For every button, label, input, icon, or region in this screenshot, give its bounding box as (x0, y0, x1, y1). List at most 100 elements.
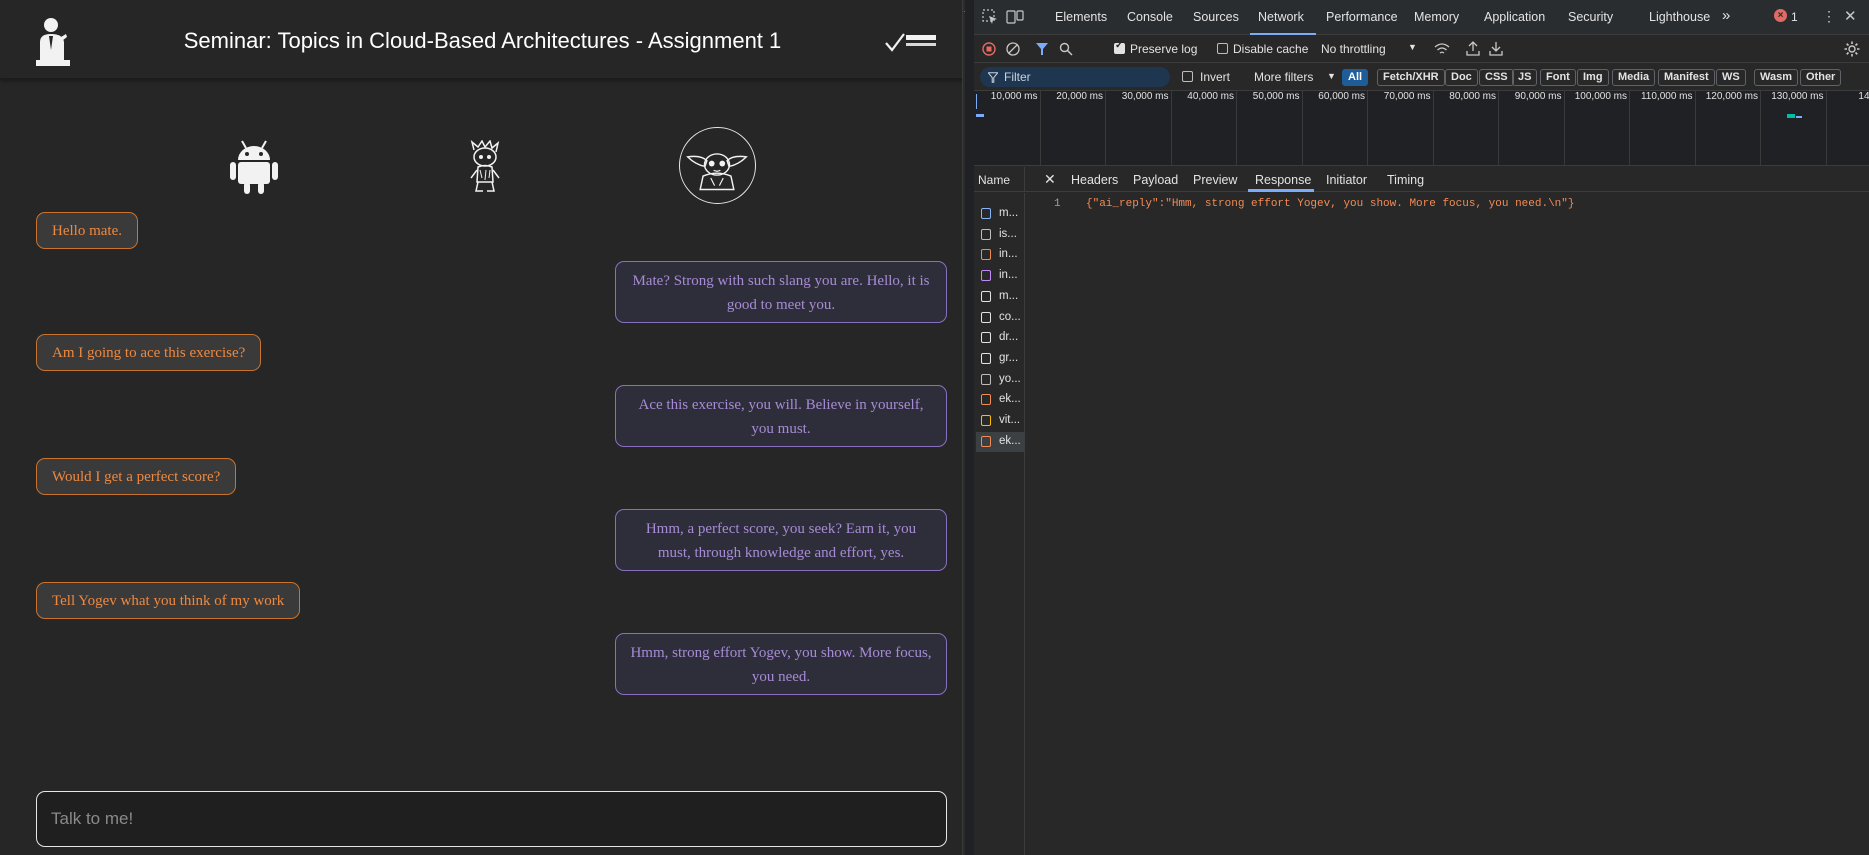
kebab-menu-icon[interactable]: ⋮ (1822, 8, 1836, 25)
tab-headers[interactable]: Headers (1071, 173, 1118, 187)
error-count[interactable]: 1 (1791, 10, 1798, 24)
filter-type-ws[interactable]: WS (1716, 69, 1746, 86)
request-row[interactable]: ek... (976, 390, 1025, 410)
fetch-icon (981, 435, 991, 447)
network-conditions-icon[interactable] (1434, 42, 1450, 56)
preserve-log-checkbox[interactable] (1114, 40, 1125, 54)
filter-type-doc[interactable]: Doc (1445, 69, 1478, 86)
chevron-down-icon[interactable]: ▼ (1408, 42, 1417, 52)
filter-type-js[interactable]: JS (1512, 69, 1538, 86)
image-icon (981, 373, 991, 385)
filter-type-fetchxhr[interactable]: Fetch/XHR (1377, 69, 1445, 86)
search-icon[interactable] (1059, 42, 1073, 56)
tab-response[interactable]: Response (1255, 173, 1311, 187)
user-message: Hello mate. (36, 212, 138, 249)
tab-elements[interactable]: Elements (1055, 10, 1107, 24)
network-overview-timeline[interactable]: 10,000 ms 20,000 ms 30,000 ms 40,000 ms 50,0… (974, 91, 1869, 166)
timeline-gridline (1760, 91, 1761, 165)
filter-type-css[interactable]: CSS (1479, 69, 1514, 86)
request-row[interactable]: dr... (976, 328, 1025, 348)
request-name: in... (999, 248, 1018, 261)
timeline-request-bar (1796, 116, 1802, 118)
filter-type-img[interactable]: Img (1577, 69, 1609, 86)
throttling-select[interactable]: No throttling (1321, 42, 1386, 56)
request-name: in... (999, 269, 1018, 282)
filter-type-font[interactable]: Font (1540, 69, 1576, 86)
invert-label[interactable]: Invert (1200, 70, 1230, 84)
request-row[interactable]: co... (976, 308, 1025, 328)
request-row[interactable]: m... (976, 287, 1025, 307)
preserve-log-label[interactable]: Preserve log (1130, 42, 1197, 56)
disable-cache-checkbox[interactable] (1217, 43, 1228, 54)
image-icon (981, 352, 991, 364)
request-row[interactable]: in... (976, 245, 1025, 265)
request-row[interactable]: in... (976, 266, 1025, 286)
page-title: Seminar: Topics in Cloud-Based Architect… (183, 28, 782, 53)
bot-message: Hmm, a perfect score, you seek? Earn it,… (615, 509, 947, 571)
groot-icon[interactable] (468, 140, 502, 192)
tab-application[interactable]: Application (1484, 10, 1545, 24)
filter-funnel-icon[interactable] (1036, 42, 1048, 56)
user-message: Would I get a perfect score? (36, 458, 237, 495)
tab-sources[interactable]: Sources (1193, 10, 1239, 24)
close-devtools-icon[interactable]: ✕ (1844, 7, 1857, 25)
name-column-header[interactable]: Name (974, 167, 1025, 192)
tab-preview[interactable]: Preview (1193, 173, 1237, 187)
document-icon (981, 208, 991, 219)
filter-type-all[interactable]: All (1342, 69, 1369, 86)
tab-payload[interactable]: Payload (1133, 173, 1178, 187)
filter-type-wasm[interactable]: Wasm (1754, 69, 1798, 86)
timeline-tick-label: 20,000 ms (1056, 91, 1103, 102)
html-icon (981, 249, 991, 261)
tab-console[interactable]: Console (1127, 10, 1173, 24)
request-row[interactable]: vit... (976, 411, 1025, 431)
tab-lighthouse[interactable]: Lighthouse (1649, 10, 1710, 24)
timeline-tick-label: 140,00 (1858, 91, 1869, 102)
collapse-arrow-icon[interactable] (964, 6, 965, 12)
tab-memory[interactable]: Memory (1414, 10, 1459, 24)
filter-type-media[interactable]: Media (1612, 69, 1656, 86)
tab-performance[interactable]: Performance (1326, 10, 1398, 24)
settings-gear-icon[interactable] (1844, 41, 1860, 57)
filter-type-manifest[interactable]: Manifest (1658, 69, 1715, 86)
request-list: m... is... in... in... m... co... dr... gr... yo… (974, 193, 1025, 855)
favicon-icon (981, 415, 991, 426)
request-name: ek... (999, 434, 1021, 447)
close-detail-icon[interactable]: ✕ (1044, 171, 1056, 188)
request-row[interactable]: is... (976, 225, 1025, 245)
image-icon (981, 290, 991, 302)
yoda-icon[interactable] (679, 127, 756, 204)
timeline-gridline (1694, 91, 1696, 165)
more-filters-dropdown[interactable]: More filters (1254, 70, 1313, 84)
request-name: gr... (999, 351, 1019, 364)
tab-initiator[interactable]: Initiator (1326, 173, 1367, 187)
clear-log-icon[interactable] (1006, 42, 1020, 56)
devtools-splitter[interactable] (962, 0, 965, 855)
request-row[interactable]: m... (976, 204, 1025, 224)
invert-checkbox[interactable] (1182, 71, 1193, 82)
timeline-tick-label: 50,000 ms (1252, 91, 1300, 102)
tab-timing[interactable]: Timing (1387, 173, 1424, 187)
response-viewer[interactable]: 1 {"ai_reply":"Hmm, strong effort Yogev,… (1026, 193, 1869, 855)
disable-cache-label[interactable]: Disable cache (1233, 42, 1308, 56)
request-row[interactable]: ek... (976, 431, 1025, 452)
tab-network[interactable]: Network (1258, 10, 1304, 24)
request-row[interactable]: gr... (976, 349, 1025, 369)
export-har-icon[interactable] (1489, 41, 1503, 56)
device-toolbar-icon[interactable] (1006, 9, 1024, 25)
chat-input[interactable] (36, 791, 947, 847)
android-icon[interactable] (228, 138, 280, 194)
error-icon[interactable]: × (1774, 9, 1787, 22)
request-row[interactable]: yo... (976, 370, 1025, 390)
filter-type-other[interactable]: Other (1800, 69, 1842, 86)
tab-security[interactable]: Security (1568, 10, 1613, 24)
import-har-icon[interactable] (1466, 41, 1480, 56)
record-stop-icon[interactable] (982, 42, 996, 56)
timeline-gridline (1432, 91, 1434, 165)
response-body[interactable]: {"ai_reply":"Hmm, strong effort Yogev, y… (1086, 198, 1574, 210)
chevron-down-icon[interactable]: ▼ (1327, 71, 1336, 81)
more-tabs-button[interactable]: » (1722, 7, 1730, 24)
inspect-element-icon[interactable] (982, 9, 998, 25)
filter-input[interactable] (980, 67, 1170, 87)
devtools-tab-bar: Elements Console Sources Network Perform… (974, 0, 1869, 35)
